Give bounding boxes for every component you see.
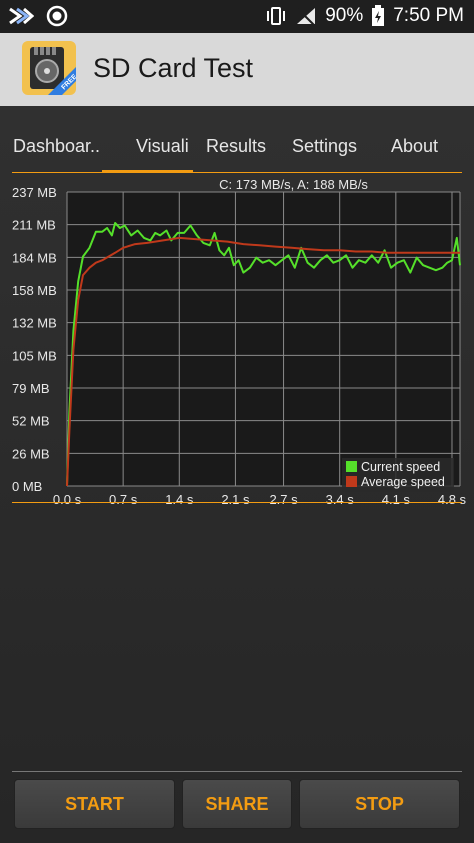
x-tick-label: 4.8 s bbox=[438, 492, 467, 506]
x-tick-label: 3.4 s bbox=[326, 492, 355, 506]
start-button[interactable]: START bbox=[14, 779, 175, 829]
y-tick-label: 0 MB bbox=[12, 479, 42, 494]
x-tick-label: 0.7 s bbox=[109, 492, 138, 506]
chart-title: C: 173 MB/s, A: 188 MB/s bbox=[219, 177, 368, 192]
x-tick-label: 4.1 s bbox=[382, 492, 411, 506]
speed-chart-container: 0 MB 26 MB 52 MB 79 MB 105 MB 132 MB 158 MB 184… bbox=[0, 176, 474, 507]
button-divider bbox=[12, 771, 462, 772]
app-bar: FREE SD Card Test bbox=[0, 33, 474, 106]
legend-label: Average speed bbox=[361, 475, 445, 489]
tab-dashboard[interactable]: Dashboar.. bbox=[13, 136, 105, 157]
tab-results[interactable]: Results bbox=[206, 136, 266, 157]
y-tick-label: 52 MB bbox=[12, 414, 50, 429]
tab-divider bbox=[12, 172, 462, 173]
legend-swatch bbox=[346, 461, 357, 472]
clock: 7:50 PM bbox=[393, 5, 464, 26]
legend-label: Current speed bbox=[361, 460, 440, 474]
plot-area bbox=[67, 192, 460, 486]
x-tick-label: 2.7 s bbox=[269, 492, 298, 506]
record-icon bbox=[46, 5, 68, 27]
sd-card-app-icon: FREE bbox=[22, 41, 76, 95]
y-tick-label: 237 MB bbox=[12, 185, 57, 200]
vibrate-icon bbox=[267, 7, 286, 25]
y-tick-label: 132 MB bbox=[12, 316, 57, 331]
main-content: Dashboar.. Visuali Results Settings Abou… bbox=[0, 106, 474, 843]
tab-about[interactable]: About bbox=[391, 136, 438, 157]
status-bar: 90% 7:50 PM bbox=[0, 0, 474, 33]
legend-swatch bbox=[346, 476, 357, 487]
y-tick-label: 26 MB bbox=[12, 446, 50, 461]
x-tick-label: 1.4 s bbox=[165, 492, 194, 506]
share-button[interactable]: SHARE bbox=[182, 779, 292, 829]
tab-visualization[interactable]: Visuali bbox=[136, 136, 192, 157]
x-tick-label: 0.0 s bbox=[53, 492, 82, 506]
y-tick-label: 184 MB bbox=[12, 250, 57, 265]
y-tick-label: 79 MB bbox=[12, 381, 50, 396]
app-title: SD Card Test bbox=[93, 53, 254, 83]
tab-settings[interactable]: Settings bbox=[292, 136, 357, 157]
battery-percent: 90% bbox=[325, 5, 364, 26]
y-tick-label: 105 MB bbox=[12, 348, 57, 363]
signal-icon bbox=[297, 8, 316, 26]
y-tick-label: 211 MB bbox=[12, 218, 56, 233]
tab-bar: Dashboar.. Visuali Results Settings Abou… bbox=[0, 128, 474, 170]
battery-charging-icon bbox=[372, 5, 385, 26]
app-launcher-icon bbox=[9, 7, 34, 25]
speed-chart: 0 MB 26 MB 52 MB 79 MB 105 MB 132 MB 158 MB 184… bbox=[12, 177, 467, 507]
chart-divider bbox=[12, 502, 462, 503]
y-tick-label: 158 MB bbox=[12, 283, 57, 298]
x-tick-label: 2.1 s bbox=[221, 492, 250, 506]
stop-button[interactable]: STOP bbox=[299, 779, 460, 829]
